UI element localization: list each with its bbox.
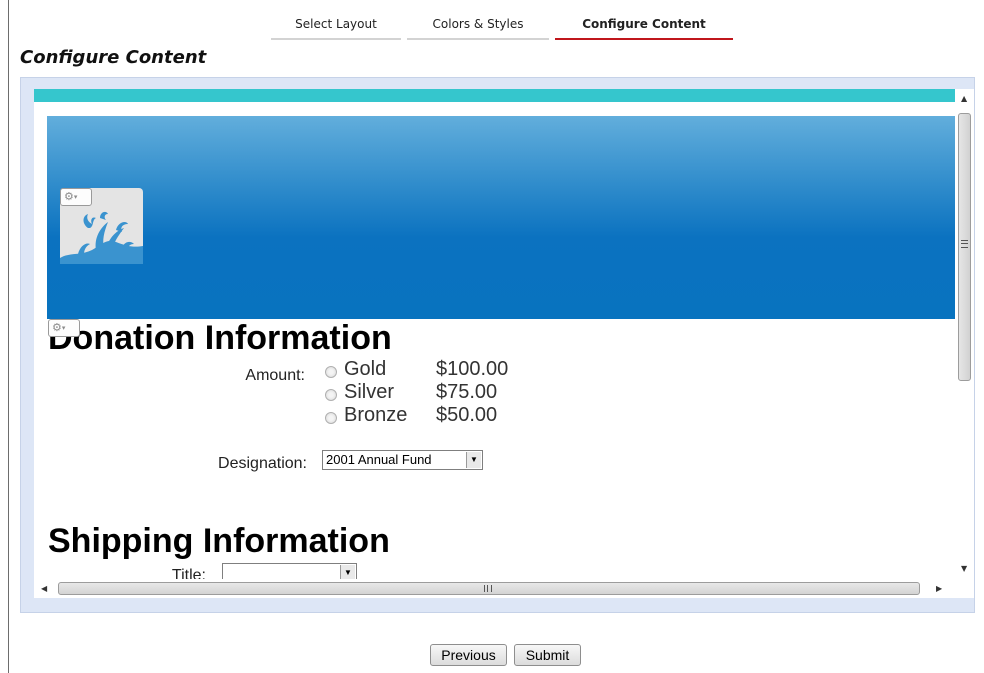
submit-button[interactable]: Submit bbox=[514, 644, 581, 666]
vertical-scrollbar[interactable]: ▲ ▼ bbox=[955, 89, 974, 579]
option-name: Bronze bbox=[344, 404, 408, 426]
previous-button[interactable]: Previous bbox=[430, 644, 507, 666]
scroll-left-icon[interactable]: ◀ bbox=[41, 584, 47, 593]
tab-select-layout[interactable]: Select Layout bbox=[271, 14, 401, 40]
designation-select[interactable]: 2001 Annual Fund ▼ bbox=[322, 450, 483, 470]
designation-value: 2001 Annual Fund bbox=[326, 452, 432, 467]
chevron-down-icon: ▾ bbox=[73, 193, 78, 201]
title-label: Title: bbox=[171, 567, 206, 579]
scroll-down-icon[interactable]: ▼ bbox=[961, 564, 967, 573]
option-name: Gold bbox=[344, 358, 387, 380]
option-name: Silver bbox=[344, 381, 395, 403]
header-banner bbox=[47, 116, 955, 319]
horizontal-scroll-thumb[interactable] bbox=[58, 582, 920, 595]
designation-label: Designation: bbox=[218, 455, 307, 472]
logo-settings-button[interactable]: ⚙▾ bbox=[60, 188, 92, 206]
tab-configure-content[interactable]: Configure Content bbox=[555, 14, 733, 40]
chevron-down-icon: ▾ bbox=[61, 324, 66, 332]
grip-icon bbox=[961, 240, 968, 248]
title-select[interactable]: ▼ bbox=[222, 563, 357, 579]
donation-heading: Donation Information bbox=[48, 319, 392, 357]
shipping-heading: Shipping Information bbox=[48, 522, 390, 560]
gear-icon: ⚙ bbox=[52, 321, 62, 334]
accent-bar bbox=[34, 89, 955, 102]
option-price: $100.00 bbox=[436, 358, 509, 380]
scroll-right-icon[interactable]: ▶ bbox=[936, 584, 942, 593]
scrollbar-corner bbox=[955, 579, 974, 598]
gear-icon: ⚙ bbox=[64, 190, 74, 203]
section-settings-button[interactable]: ⚙▾ bbox=[48, 319, 80, 337]
amount-radio[interactable] bbox=[325, 389, 337, 401]
option-price: $50.00 bbox=[436, 404, 498, 426]
vertical-scroll-thumb[interactable] bbox=[958, 113, 971, 381]
dropdown-arrow-icon: ▼ bbox=[340, 565, 355, 579]
preview-viewport: ⚙▾ ⚙▾ Donation Information Amount: Gold … bbox=[34, 89, 955, 579]
scroll-up-icon[interactable]: ▲ bbox=[961, 94, 967, 103]
amount-radio[interactable] bbox=[325, 366, 337, 378]
amount-radio[interactable] bbox=[325, 412, 337, 424]
grip-icon bbox=[484, 585, 492, 592]
horizontal-scrollbar[interactable]: ◀ ▶ bbox=[34, 579, 955, 598]
wizard-tabs: Select Layout Colors & Styles Configure … bbox=[0, 14, 984, 40]
page-left-border bbox=[8, 0, 9, 673]
amount-label: Amount: bbox=[245, 367, 305, 384]
option-price: $75.00 bbox=[436, 381, 498, 403]
page-title: Configure Content bbox=[20, 47, 207, 68]
dropdown-arrow-icon: ▼ bbox=[466, 452, 481, 468]
tab-colors-styles[interactable]: Colors & Styles bbox=[407, 14, 549, 40]
